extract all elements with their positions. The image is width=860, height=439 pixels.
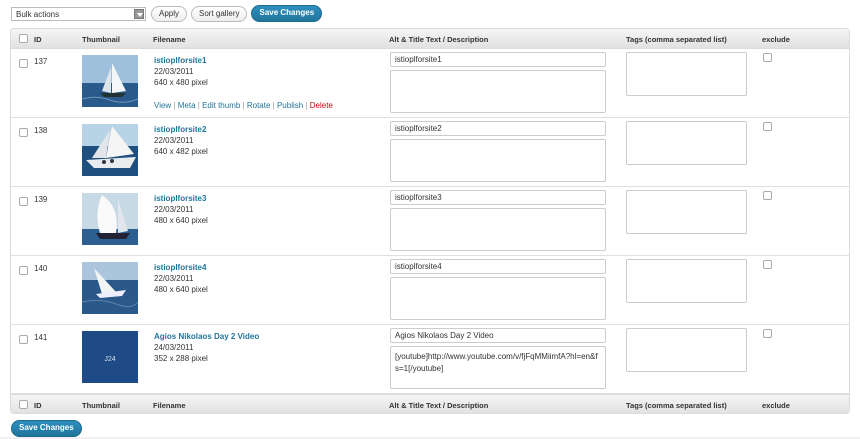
image-dimensions: 640 x 480 pixel bbox=[154, 78, 208, 87]
rotate-link[interactable]: Rotate bbox=[247, 101, 271, 110]
exclude-checkbox[interactable] bbox=[763, 260, 772, 269]
apply-button[interactable]: Apply bbox=[151, 5, 188, 22]
delete-link[interactable]: Delete bbox=[310, 101, 333, 110]
description-textarea[interactable] bbox=[390, 208, 606, 251]
tags-textarea[interactable] bbox=[626, 190, 747, 234]
exclude-checkbox[interactable] bbox=[763, 191, 772, 200]
image-date: 22/03/2011 bbox=[154, 205, 194, 214]
description-textarea[interactable] bbox=[390, 139, 606, 182]
image-dimensions: 640 x 482 pixel bbox=[154, 147, 208, 156]
sailboat-thumbnail[interactable] bbox=[82, 193, 138, 245]
publish-link[interactable]: Publish bbox=[277, 101, 303, 110]
table-footer: ID Thumbnail Filename Alt & Title Text /… bbox=[11, 394, 849, 413]
table-row: 139 istioplforsite3 22/03/2011 480 x 640… bbox=[11, 187, 849, 256]
table-row: 138 istioplforsite2 22/03/2011 640 x 482… bbox=[11, 118, 849, 187]
filename-cell: istioplforsite1 22/03/2011 640 x 480 pix… bbox=[154, 55, 208, 88]
tags-textarea[interactable] bbox=[626, 259, 747, 303]
alt-title-input[interactable]: Agios Nikolaos Day 2 Video bbox=[390, 328, 606, 343]
gallery-toolbar: Bulk actions Apply Sort gallery Save Cha… bbox=[11, 5, 323, 22]
row-checkbox[interactable] bbox=[19, 335, 28, 344]
table-row: 140 istioplforsite4 22/03/2011 480 x 640… bbox=[11, 256, 849, 325]
column-filename: Filename bbox=[153, 35, 186, 44]
filename-link[interactable]: istioplforsite1 bbox=[154, 56, 206, 65]
meta-link[interactable]: Meta bbox=[178, 101, 196, 110]
tags-textarea[interactable] bbox=[626, 121, 747, 165]
sailboat-thumbnail[interactable] bbox=[82, 124, 138, 176]
exclude-checkbox[interactable] bbox=[763, 53, 772, 62]
video-thumbnail-label: J24 bbox=[104, 356, 115, 363]
tags-textarea[interactable] bbox=[626, 52, 747, 96]
description-textarea[interactable]: [youtube]http://www.youtube.com/v/fjFqMM… bbox=[390, 346, 606, 389]
save-changes-bottom-button[interactable]: Save Changes bbox=[11, 420, 82, 437]
bulk-actions-select[interactable]: Bulk actions bbox=[11, 6, 146, 21]
column-thumbnail: Thumbnail bbox=[82, 401, 120, 410]
table-row: 137 istioplforsite1 22/03/2011 640 x 480… bbox=[11, 49, 849, 118]
column-exclude: exclude bbox=[762, 35, 790, 44]
row-checkbox[interactable] bbox=[19, 266, 28, 275]
image-date: 24/03/2011 bbox=[154, 343, 194, 352]
bottom-actions: Save Changes bbox=[11, 420, 82, 437]
image-id: 137 bbox=[34, 57, 48, 66]
image-id: 140 bbox=[34, 264, 48, 273]
bulk-actions-label: Bulk actions bbox=[16, 9, 60, 19]
row-checkbox[interactable] bbox=[19, 59, 28, 68]
image-id: 141 bbox=[34, 333, 48, 342]
chevron-down-icon bbox=[134, 8, 144, 19]
image-id: 138 bbox=[34, 126, 48, 135]
column-filename: Filename bbox=[153, 401, 186, 410]
row-actions: View | Meta | Edit thumb | Rotate | Publ… bbox=[154, 101, 333, 110]
column-tags: Tags (comma separated list) bbox=[626, 35, 727, 44]
column-thumbnail: Thumbnail bbox=[82, 35, 120, 44]
alt-title-input[interactable]: istioplforsite4 bbox=[390, 259, 606, 274]
tags-textarea[interactable] bbox=[626, 328, 747, 372]
filename-link[interactable]: istioplforsite2 bbox=[154, 125, 206, 134]
column-id: ID bbox=[34, 401, 42, 410]
video-thumbnail[interactable]: J24 bbox=[82, 331, 138, 383]
image-date: 22/03/2011 bbox=[154, 136, 194, 145]
save-changes-button[interactable]: Save Changes bbox=[251, 5, 323, 22]
filename-cell: istioplforsite3 22/03/2011 480 x 640 pix… bbox=[154, 193, 208, 226]
image-dimensions: 480 x 640 pixel bbox=[154, 216, 208, 225]
filename-link[interactable]: istioplforsite4 bbox=[154, 263, 206, 272]
image-dimensions: 352 x 288 pixel bbox=[154, 354, 208, 363]
sailboat-thumbnail[interactable] bbox=[82, 55, 138, 107]
column-exclude: exclude bbox=[762, 401, 790, 410]
filename-cell: istioplforsite2 22/03/2011 640 x 482 pix… bbox=[154, 124, 208, 157]
select-all-checkbox[interactable] bbox=[19, 400, 28, 409]
alt-title-input[interactable]: istioplforsite2 bbox=[390, 121, 606, 136]
sailboat-thumbnail[interactable] bbox=[82, 262, 138, 314]
column-alt-title: Alt & Title Text / Description bbox=[389, 401, 489, 410]
column-alt-title: Alt & Title Text / Description bbox=[389, 35, 489, 44]
sort-gallery-button[interactable]: Sort gallery bbox=[191, 5, 248, 22]
image-date: 22/03/2011 bbox=[154, 274, 194, 283]
image-date: 22/03/2011 bbox=[154, 67, 194, 76]
row-checkbox[interactable] bbox=[19, 128, 28, 137]
alt-title-input[interactable]: istioplforsite3 bbox=[390, 190, 606, 205]
description-textarea[interactable] bbox=[390, 277, 606, 320]
image-dimensions: 480 x 640 pixel bbox=[154, 285, 208, 294]
column-id: ID bbox=[34, 35, 42, 44]
table-row: 141 J24 Agios Nikolaos Day 2 Video 24/03… bbox=[11, 325, 849, 394]
filename-cell: Agios Nikolaos Day 2 Video 24/03/2011 35… bbox=[154, 331, 259, 364]
description-textarea[interactable] bbox=[390, 70, 606, 113]
filename-link[interactable]: Agios Nikolaos Day 2 Video bbox=[154, 332, 259, 341]
filename-link[interactable]: istioplforsite3 bbox=[154, 194, 206, 203]
select-all-checkbox[interactable] bbox=[19, 34, 28, 43]
edit-thumb-link[interactable]: Edit thumb bbox=[202, 101, 240, 110]
image-id: 139 bbox=[34, 195, 48, 204]
row-checkbox[interactable] bbox=[19, 197, 28, 206]
table-header: ID Thumbnail Filename Alt & Title Text /… bbox=[11, 29, 849, 49]
view-link[interactable]: View bbox=[154, 101, 171, 110]
exclude-checkbox[interactable] bbox=[763, 329, 772, 338]
gallery-table: ID Thumbnail Filename Alt & Title Text /… bbox=[10, 28, 850, 414]
alt-title-input[interactable]: istioplforsite1 bbox=[390, 52, 606, 67]
filename-cell: istioplforsite4 22/03/2011 480 x 640 pix… bbox=[154, 262, 208, 295]
exclude-checkbox[interactable] bbox=[763, 122, 772, 131]
column-tags: Tags (comma separated list) bbox=[626, 401, 727, 410]
